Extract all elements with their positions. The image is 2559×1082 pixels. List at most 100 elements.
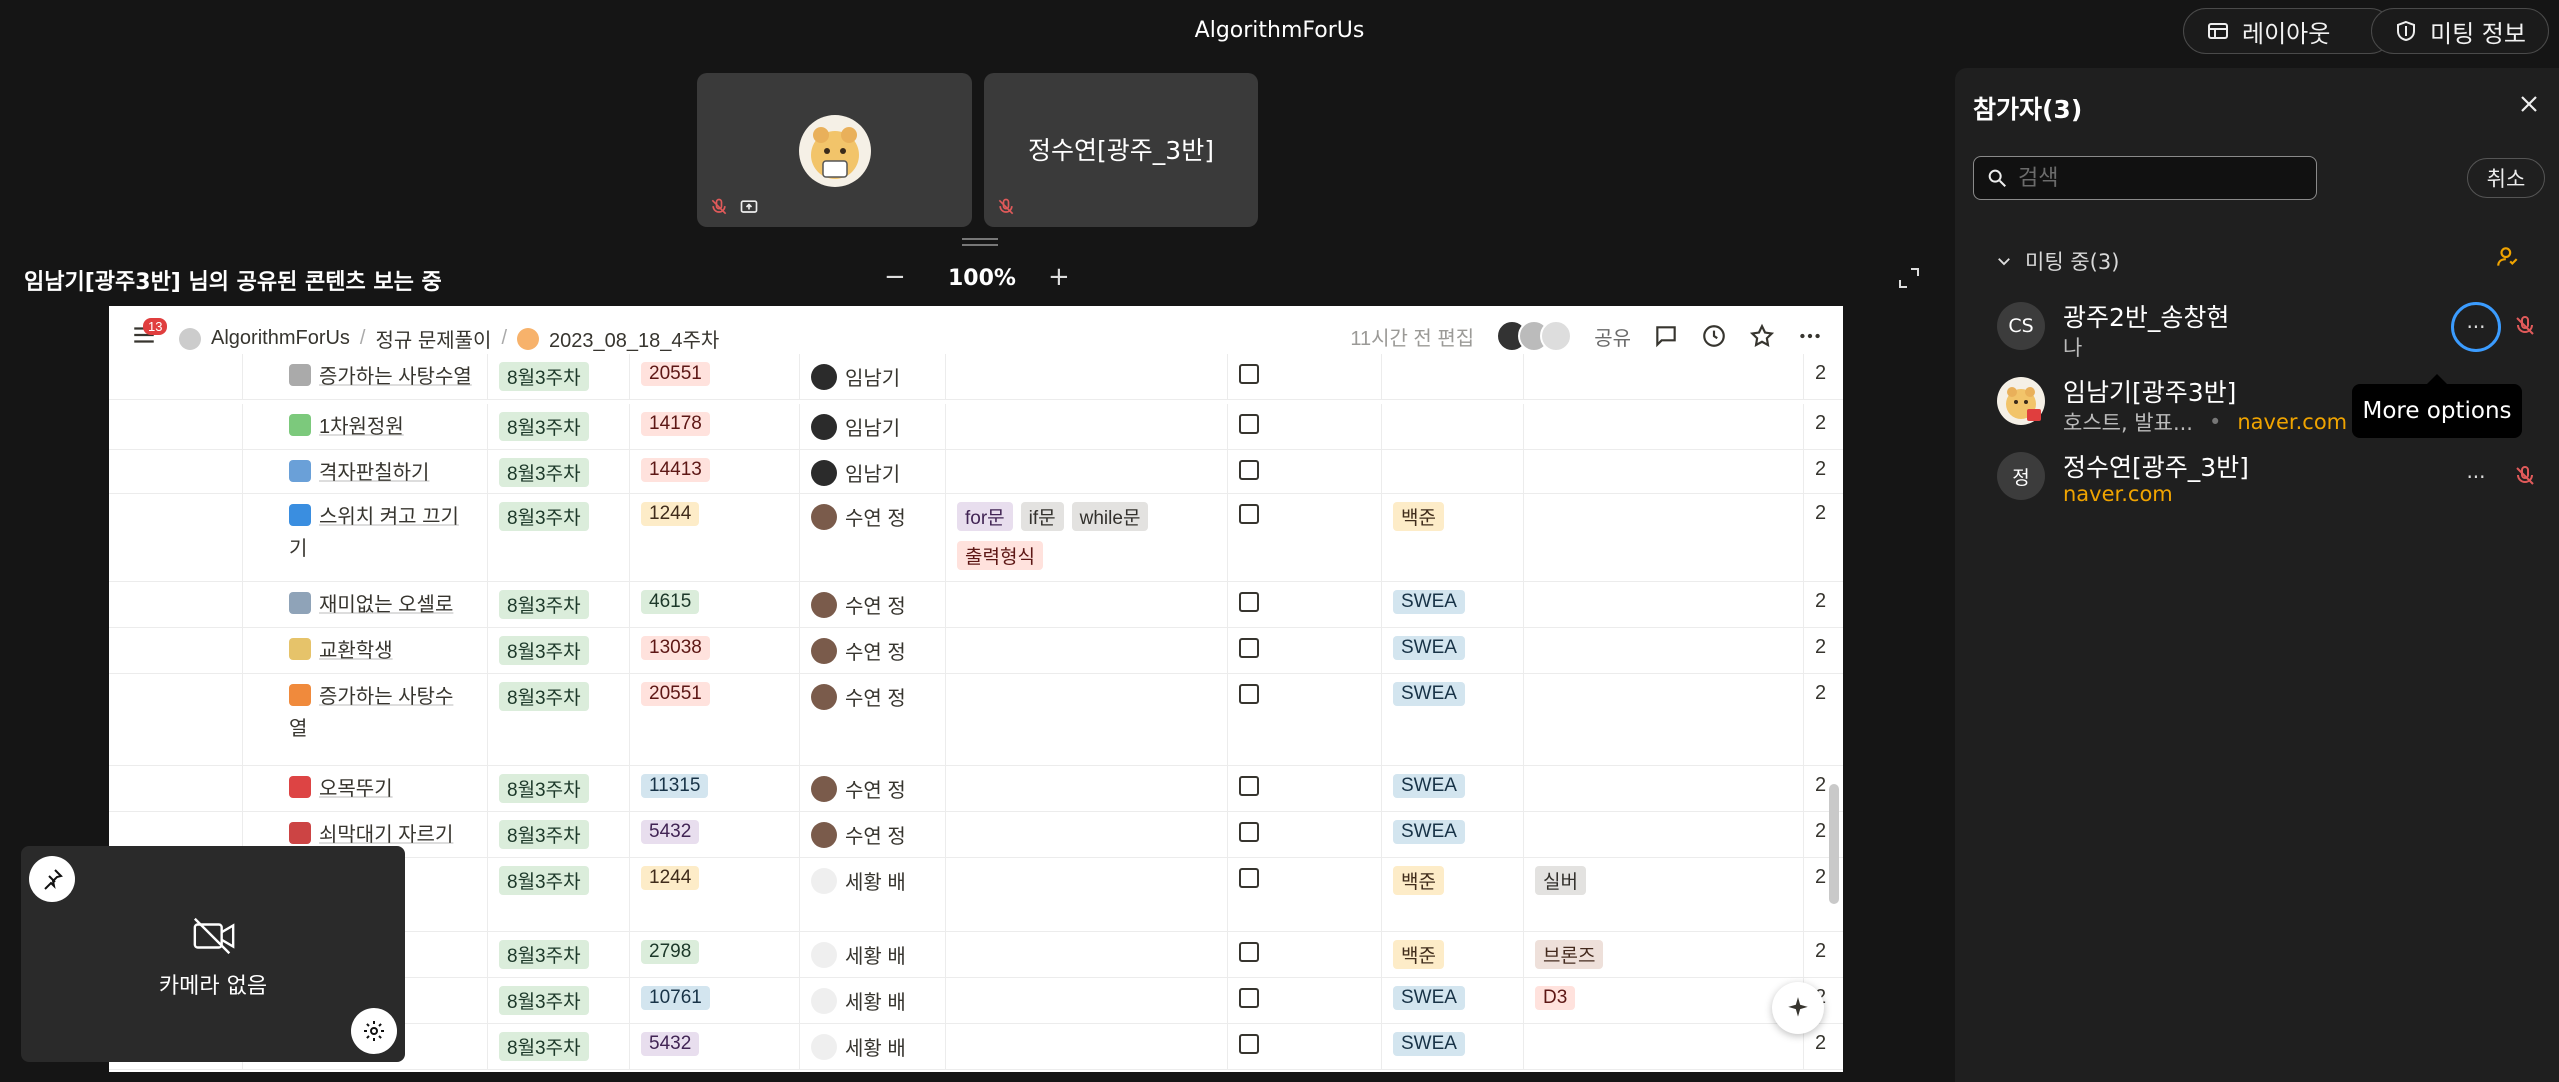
checkbox[interactable] — [1239, 942, 1259, 962]
close-icon[interactable] — [2517, 92, 2541, 116]
video-tile-participant[interactable]: 정수연[광주_3반] — [984, 73, 1258, 227]
row-title[interactable]: 증가하는 사탕수열 — [319, 360, 472, 389]
participant-row[interactable]: 정 정수연[광주_3반] naver.com ··· — [1997, 446, 2537, 512]
comment-icon[interactable] — [1653, 323, 1679, 349]
week-cell[interactable]: 8월3주차 — [499, 682, 589, 711]
in-meeting-section[interactable]: 미팅 중(3) — [1995, 246, 2119, 276]
meeting-info-button[interactable]: 미팅 정보 — [2371, 8, 2549, 54]
row-title[interactable]: 스위치 켜고 끄기 — [319, 500, 459, 529]
week-cell[interactable]: 8월3주차 — [499, 820, 589, 849]
more-icon[interactable] — [1797, 323, 1823, 349]
self-view[interactable]: 카메라 없음 — [21, 846, 405, 1062]
checkbox[interactable] — [1239, 1034, 1259, 1054]
settings-button[interactable] — [351, 1008, 397, 1054]
source-cell[interactable]: 백준 — [1393, 502, 1444, 531]
checkbox-cell[interactable] — [1239, 822, 1259, 842]
ai-assist-button[interactable] — [1772, 982, 1824, 1034]
table-row[interactable]: 증가하는 사탕수열 8월3주차 20551 임남기 2 — [109, 354, 1843, 400]
checkbox[interactable] — [1239, 822, 1259, 842]
source-cell[interactable]: SWEA — [1393, 590, 1465, 614]
source-cell[interactable]: 백준 — [1393, 866, 1444, 895]
problem-number-cell[interactable]: 14413 — [641, 458, 710, 482]
more-options-button[interactable]: ··· — [2451, 302, 2501, 352]
zoom-in-button[interactable]: + — [1048, 262, 1070, 292]
week-cell[interactable]: 8월3주차 — [499, 458, 589, 487]
problem-number-cell[interactable]: 1244 — [641, 502, 700, 526]
problem-number-cell[interactable]: 4615 — [641, 590, 700, 614]
table-row[interactable]: 격자판칠하기 8월3주차 14413 임남기 2 — [109, 450, 1843, 494]
assignee-cell[interactable]: 세황 배 — [811, 866, 906, 895]
week-cell[interactable]: 8월3주차 — [499, 986, 589, 1015]
expand-icon[interactable] — [1897, 266, 1921, 290]
week-cell[interactable]: 8월3주차 — [499, 362, 589, 391]
row-title-cell[interactable]: 교환학생 — [289, 634, 479, 663]
pin-button[interactable] — [29, 856, 75, 902]
assignee-cell[interactable]: 임남기 — [811, 362, 900, 391]
checkbox[interactable] — [1239, 460, 1259, 480]
checkbox-cell[interactable] — [1239, 592, 1259, 612]
assignee-cell[interactable]: 세황 배 — [811, 1032, 906, 1061]
assignee-cell[interactable]: 세황 배 — [811, 986, 906, 1015]
source-cell[interactable]: SWEA — [1393, 636, 1465, 660]
checkbox-cell[interactable] — [1239, 460, 1259, 480]
layout-button[interactable]: 레이아웃 — [2183, 8, 2393, 54]
checkbox[interactable] — [1239, 776, 1259, 796]
row-title[interactable]: 재미없는 오셀로 — [319, 588, 453, 617]
week-cell[interactable]: 8월3주차 — [499, 590, 589, 619]
week-cell[interactable]: 8월3주차 — [499, 1032, 589, 1061]
row-title-cell[interactable]: 증가하는 사탕수열 — [289, 360, 479, 389]
scrollbar[interactable] — [1829, 784, 1839, 904]
row-title-cell[interactable]: 오목뚜기 — [289, 772, 479, 801]
table-row[interactable]: 증가하는 사탕수 열 8월3주차 20551 수연 정 SWEA 2 — [109, 674, 1843, 766]
level-cell[interactable]: 실버 — [1535, 866, 1586, 895]
source-cell[interactable]: SWEA — [1393, 774, 1465, 798]
problem-number-cell[interactable]: 10761 — [641, 986, 710, 1010]
problem-number-cell[interactable]: 13038 — [641, 636, 710, 660]
row-title-cell[interactable]: 쇠막대기 자르기 — [289, 818, 479, 847]
checkbox-cell[interactable] — [1239, 868, 1259, 888]
more-options-button[interactable]: ··· — [2451, 452, 2501, 502]
breadcrumb-item[interactable]: 정규 문제풀이 — [375, 324, 491, 353]
checkbox-cell[interactable] — [1239, 942, 1259, 962]
assignee-cell[interactable]: 수연 정 — [811, 590, 906, 619]
week-cell[interactable]: 8월3주차 — [499, 636, 589, 665]
row-title-cell[interactable]: 재미없는 오셀로 — [289, 588, 479, 617]
assignee-cell[interactable]: 수연 정 — [811, 682, 906, 711]
source-cell[interactable]: 백준 — [1393, 940, 1444, 969]
assignee-cell[interactable]: 임남기 — [811, 412, 900, 441]
resize-handle[interactable] — [962, 238, 998, 246]
search-input[interactable] — [2018, 165, 2298, 191]
row-title[interactable]: 쇠막대기 자르기 — [319, 818, 453, 847]
level-cell[interactable]: 브론즈 — [1535, 940, 1604, 969]
checkbox-cell[interactable] — [1239, 504, 1259, 524]
checkbox-cell[interactable] — [1239, 364, 1259, 384]
zoom-out-button[interactable]: − — [884, 262, 906, 292]
source-cell[interactable]: SWEA — [1393, 682, 1465, 706]
problem-number-cell[interactable]: 2798 — [641, 940, 700, 964]
table-row[interactable]: 오목뚜기 8월3주차 11315 수연 정 SWEA 2 — [109, 766, 1843, 812]
video-tile-presenter[interactable] — [697, 73, 972, 227]
week-cell[interactable]: 8월3주차 — [499, 502, 589, 531]
problem-number-cell[interactable]: 5432 — [641, 1032, 700, 1056]
problem-number-cell[interactable]: 20551 — [641, 362, 710, 386]
checkbox[interactable] — [1239, 364, 1259, 384]
assignee-cell[interactable]: 수연 정 — [811, 774, 906, 803]
breadcrumb-item[interactable]: AlgorithmForUs — [211, 327, 350, 350]
checkbox-cell[interactable] — [1239, 684, 1259, 704]
problem-number-cell[interactable]: 14178 — [641, 412, 710, 436]
checkbox[interactable] — [1239, 504, 1259, 524]
checkbox-cell[interactable] — [1239, 1034, 1259, 1054]
source-cell[interactable]: SWEA — [1393, 820, 1465, 844]
row-title[interactable]: 교환학생 — [319, 634, 393, 663]
row-title[interactable]: 격자판칠하기 — [319, 456, 429, 485]
row-title-cell[interactable]: 증가하는 사탕수 — [289, 680, 479, 709]
participant-row[interactable]: CS 광주2반_송창현 나 ··· — [1997, 296, 2537, 362]
assignee-cell[interactable]: 임남기 — [811, 458, 900, 487]
history-icon[interactable] — [1701, 323, 1727, 349]
checkbox[interactable] — [1239, 684, 1259, 704]
week-cell[interactable]: 8월3주차 — [499, 866, 589, 895]
problem-number-cell[interactable]: 5432 — [641, 820, 700, 844]
week-cell[interactable]: 8월3주차 — [499, 774, 589, 803]
problem-number-cell[interactable]: 11315 — [641, 774, 709, 798]
checkbox-cell[interactable] — [1239, 638, 1259, 658]
